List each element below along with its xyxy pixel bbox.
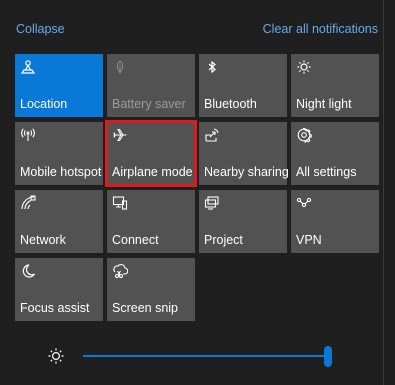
clear-all-notifications-link[interactable]: Clear all notifications	[263, 22, 378, 36]
nearby-sharing-icon	[204, 127, 220, 143]
tile-mobile-hotspot[interactable]: Mobile hotspot	[15, 122, 103, 185]
tile-label: Nearby sharing	[204, 165, 289, 179]
tile-label: Focus assist	[20, 301, 90, 315]
panel-edge	[383, 0, 384, 385]
network-icon	[20, 195, 36, 211]
tile-nearby-sharing[interactable]: Nearby sharing	[199, 122, 289, 185]
vpn-icon	[296, 195, 312, 211]
tile-label: Bluetooth	[204, 97, 257, 111]
project-icon	[204, 195, 220, 211]
tile-location[interactable]: Location	[15, 54, 103, 117]
bluetooth-icon	[204, 59, 220, 75]
brightness-slider-track[interactable]	[83, 346, 332, 367]
tile-airplane-mode[interactable]: Airplane mode	[105, 120, 197, 187]
tile-screen-snip[interactable]: Screen snip	[107, 258, 195, 321]
action-center-header: Collapse Clear all notifications	[16, 22, 378, 38]
tile-project[interactable]: Project	[199, 190, 287, 253]
connect-icon	[112, 195, 128, 211]
screen-snip-icon	[112, 263, 128, 279]
tile-label: Airplane mode	[112, 165, 193, 179]
tile-label: VPN	[296, 233, 322, 247]
tile-vpn[interactable]: VPN	[291, 190, 379, 253]
brightness-slider-fill	[83, 355, 328, 357]
location-icon	[20, 59, 36, 75]
tile-label: Night light	[296, 97, 352, 111]
tile-label: Connect	[112, 233, 159, 247]
tile-battery-saver[interactable]: Battery saver	[107, 54, 195, 117]
tile-label: Mobile hotspot	[20, 165, 102, 179]
brightness-icon	[47, 347, 65, 365]
brightness-control	[0, 340, 395, 374]
tile-label: Screen snip	[112, 301, 179, 315]
brightness-slider-thumb[interactable]	[324, 346, 332, 367]
mobile-hotspot-icon	[20, 127, 36, 143]
tile-night-light[interactable]: Night light	[291, 54, 379, 117]
tile-label: Battery saver	[112, 97, 186, 111]
tile-connect[interactable]: Connect	[107, 190, 195, 253]
airplane-icon	[112, 127, 128, 143]
tile-network[interactable]: Network	[15, 190, 103, 253]
tile-focus-assist[interactable]: Focus assist	[15, 258, 103, 321]
battery-saver-icon	[112, 59, 128, 75]
moon-icon	[20, 263, 36, 279]
tile-label: Location	[20, 97, 68, 111]
tile-label: Project	[204, 233, 243, 247]
tile-all-settings[interactable]: All settings	[291, 122, 379, 185]
tile-label: Network	[20, 233, 66, 247]
collapse-link[interactable]: Collapse	[16, 22, 65, 36]
tile-bluetooth[interactable]: Bluetooth	[199, 54, 287, 117]
night-light-icon	[296, 59, 312, 75]
tile-label: All settings	[296, 165, 357, 179]
gear-icon	[296, 127, 312, 143]
